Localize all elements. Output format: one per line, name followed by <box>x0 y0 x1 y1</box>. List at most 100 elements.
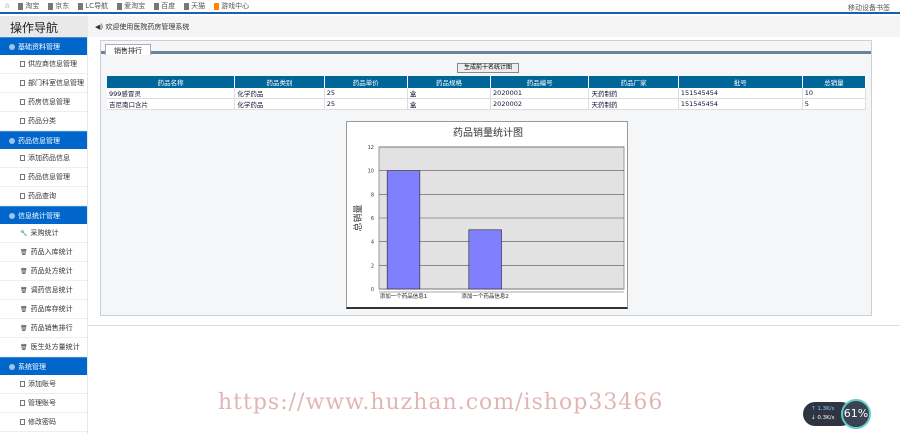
sidebar-item[interactable]: 药品查询 <box>0 187 87 206</box>
star-icon[interactable]: ☆ <box>4 2 10 10</box>
table-cell: 151545454 <box>678 98 803 110</box>
sidebar-item[interactable]: 修改密码 <box>0 413 87 432</box>
table-cell: 10 <box>802 88 867 99</box>
trash-icon: 🗑 <box>20 324 28 332</box>
bookmark-item[interactable]: 天猫 <box>184 1 205 11</box>
sidebar-group[interactable]: 信息统计管理 <box>0 206 87 224</box>
y-tick-label: 8 <box>371 192 374 198</box>
sidebar-item[interactable]: 🗑 药品库存统计 <box>0 300 87 319</box>
wrench-icon: 🔧 <box>20 229 28 237</box>
mobile-bookmarks[interactable]: 移动设备书签 <box>848 3 890 13</box>
watermark: https://www.huzhan.com/ishop33466 <box>218 390 664 415</box>
column-header: 药品类别 <box>234 76 325 88</box>
y-tick-label: 12 <box>368 145 374 151</box>
column-header: 药品名称 <box>107 76 236 88</box>
page-icon <box>117 2 123 10</box>
sidebar-item[interactable]: 添加账号 <box>0 375 87 394</box>
item-label: 添加药品信息 <box>28 154 70 162</box>
sidebar-item[interactable]: 🗑 医生处方量统计 <box>0 338 87 357</box>
sidebar-item[interactable]: 🗑 药品入库统计 <box>0 243 87 262</box>
sidebar-item[interactable]: 药品信息管理 <box>0 168 87 187</box>
item-label: 药品入库统计 <box>30 248 73 256</box>
table-cell: 151545454 <box>678 88 803 99</box>
page-icon <box>184 2 190 10</box>
item-label: 供应商信息管理 <box>28 60 77 68</box>
table-cell: 2020002 <box>490 98 590 110</box>
item-label: 修改密码 <box>28 418 56 426</box>
item-label: 添加账号 <box>28 380 56 388</box>
sidebar-item[interactable]: 添加药品信息 <box>0 149 87 168</box>
bookmark-item[interactable]: LC导航 <box>78 1 108 11</box>
x-tick-label: 添加一个药品信息1 <box>380 292 428 300</box>
sidebar-item[interactable]: 🗑 药品处方统计 <box>0 262 87 281</box>
column-header: 药品单价 <box>324 76 408 88</box>
bookmark-item[interactable]: 爱淘宝 <box>117 1 145 11</box>
column-header: 药品规格 <box>407 76 492 88</box>
table-cell: 25 <box>324 88 408 99</box>
group-label: 系统管理 <box>18 362 46 371</box>
item-label: 医生处方量统计 <box>30 343 80 351</box>
item-label: 药品处方统计 <box>30 267 73 275</box>
divider <box>88 325 900 326</box>
file-icon <box>20 80 25 86</box>
tab-sales-ranking[interactable]: 销售排行 <box>105 44 151 55</box>
sidebar-item[interactable]: 🗑 药品销售排行 <box>0 319 87 338</box>
bookmark-item[interactable]: 淘宝 <box>18 1 39 11</box>
item-label: 管理账号 <box>28 399 56 407</box>
bar <box>386 170 421 290</box>
file-icon <box>20 61 25 67</box>
item-label: 药品销售排行 <box>30 324 73 332</box>
table-cell: 化学药品 <box>234 88 325 99</box>
item-label: 采购统计 <box>30 229 59 237</box>
sidebar-item[interactable]: 🔧 采购统计 <box>0 224 87 243</box>
column-header: 总销量 <box>802 76 867 88</box>
page-icon <box>18 2 24 10</box>
sidebar: 基础资料管理 供应商信息管理 部门科室信息管理 药房信息管理 药品分类 药品信息管理 添加药… <box>0 37 88 434</box>
upload-speed: 1.3K/s <box>817 406 835 412</box>
gear-icon <box>9 43 15 50</box>
gear-icon <box>9 363 15 370</box>
x-tick-label: 添加一个药品信息2 <box>461 292 509 300</box>
sidebar-group[interactable]: 系统管理 <box>0 357 87 375</box>
trash-icon: 🗑 <box>20 267 28 275</box>
item-label: 药品分类 <box>28 117 56 125</box>
trash-icon: 🗑 <box>20 305 28 313</box>
table-cell: 吉尼南口含片 <box>107 98 236 110</box>
sidebar-item[interactable]: 管理账号 <box>0 394 87 413</box>
table-cell: 盒 <box>407 88 492 99</box>
sidebar-item[interactable]: 部门科室信息管理 <box>0 74 87 93</box>
bookmark-item[interactable]: 游戏中心 <box>214 1 249 11</box>
nav-title: 操作导航 <box>0 16 88 37</box>
generate-chart-button[interactable]: 生成前十名统计图 <box>457 63 520 73</box>
bookmark-label: 百度 <box>161 2 176 10</box>
table-cell: 天药制药 <box>588 88 679 99</box>
welcome-text: 欢迎使用医院药房管理系统 <box>105 23 190 31</box>
bookmark-item[interactable]: 京东 <box>48 1 69 11</box>
item-label: 药房信息管理 <box>28 98 70 106</box>
bookmark-label: 淘宝 <box>25 2 40 10</box>
game-icon <box>214 2 220 10</box>
column-header: 药品厂家 <box>588 76 679 88</box>
file-icon <box>20 419 25 425</box>
bar <box>468 229 502 290</box>
gear-icon <box>9 137 15 144</box>
y-tick-label: 6 <box>371 216 374 222</box>
table-cell: 5 <box>802 98 867 110</box>
sidebar-group[interactable]: 基础资料管理 <box>0 37 87 55</box>
item-label: 部门科室信息管理 <box>28 79 84 87</box>
file-icon <box>20 118 25 124</box>
page-icon <box>154 2 160 10</box>
sidebar-item[interactable]: 药房信息管理 <box>0 93 87 112</box>
sidebar-item[interactable]: 供应商信息管理 <box>0 55 87 74</box>
trash-icon: 🗑 <box>20 343 28 351</box>
trash-icon: 🗑 <box>20 286 28 294</box>
item-label: 药品信息管理 <box>28 173 70 181</box>
chart-title: 药品销量统计图 <box>453 126 523 139</box>
column-header: 批号 <box>678 76 803 88</box>
group-label: 基础资料管理 <box>18 42 60 51</box>
bookmark-label: 爱淘宝 <box>124 2 146 10</box>
sidebar-group[interactable]: 药品信息管理 <box>0 131 87 149</box>
sidebar-item[interactable]: 🗑 调药信息统计 <box>0 281 87 300</box>
bookmark-item[interactable]: 百度 <box>154 1 175 11</box>
sidebar-item[interactable]: 药品分类 <box>0 112 87 131</box>
